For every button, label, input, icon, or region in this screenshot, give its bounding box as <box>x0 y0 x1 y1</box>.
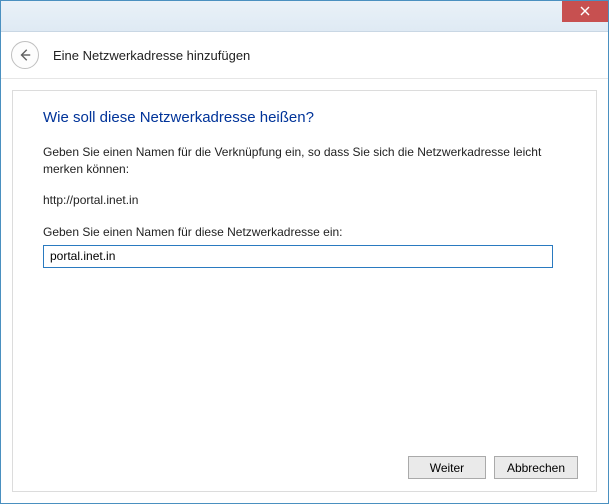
back-button[interactable] <box>11 41 39 69</box>
instruction-text: Geben Sie einen Namen für die Verknüpfun… <box>43 144 566 179</box>
name-input[interactable] <box>43 245 553 268</box>
close-icon <box>580 6 590 16</box>
next-button[interactable]: Weiter <box>408 456 486 479</box>
page-heading: Wie soll diese Netzwerkadresse heißen? <box>43 109 566 126</box>
wizard-title: Eine Netzwerkadresse hinzufügen <box>53 48 250 63</box>
button-bar: Weiter Abbrechen <box>408 456 578 479</box>
titlebar <box>1 1 608 32</box>
wizard-window: Eine Netzwerkadresse hinzufügen Wie soll… <box>0 0 609 504</box>
arrow-left-icon <box>18 48 32 62</box>
content-frame: Wie soll diese Netzwerkadresse heißen? G… <box>1 78 608 503</box>
name-input-label: Geben Sie einen Namen für diese Netzwerk… <box>43 225 566 239</box>
wizard-header: Eine Netzwerkadresse hinzufügen <box>1 32 608 79</box>
close-button[interactable] <box>562 1 608 22</box>
network-url: http://portal.inet.in <box>43 193 566 207</box>
wizard-content: Wie soll diese Netzwerkadresse heißen? G… <box>12 90 597 492</box>
cancel-button[interactable]: Abbrechen <box>494 456 578 479</box>
